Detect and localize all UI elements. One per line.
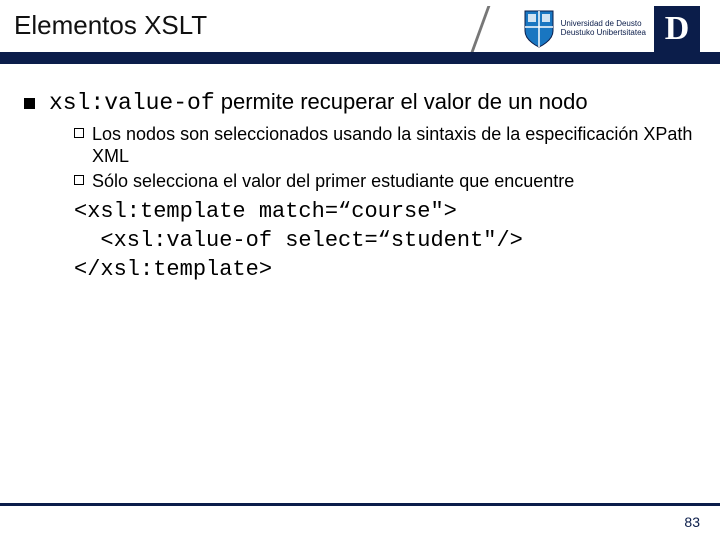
shield-icon [523, 9, 555, 49]
university-line2: Deustuko Unibertsitatea [561, 29, 646, 38]
sub-bullet: Los nodos son seleccionados usando la si… [74, 123, 696, 168]
university-text: Universidad de Deusto Deustuko Unibertsi… [561, 20, 646, 38]
footer-divider [0, 503, 720, 506]
hollow-bullet-icon [74, 128, 84, 138]
sub-bullet: Sólo selecciona el valor del primer estu… [74, 170, 696, 193]
sub-bullet-text: Sólo selecciona el valor del primer estu… [92, 170, 574, 193]
hollow-bullet-icon [74, 175, 84, 185]
slide-header: Elementos XSLT Universidad de Deusto Deu… [0, 0, 720, 70]
code-term: xsl:value-of [49, 90, 215, 116]
page-number: 83 [684, 514, 700, 530]
d-badge-icon: D [654, 6, 700, 52]
main-bullet: xsl:value-of permite recuperar el valor … [24, 88, 696, 119]
lead-rest: permite recuperar el valor de un nodo [215, 89, 588, 114]
sub-bullet-list: Los nodos son seleccionados usando la si… [24, 123, 696, 193]
slide-content: xsl:value-of permite recuperar el valor … [0, 70, 720, 284]
university-logo: Universidad de Deusto Deustuko Unibertsi… [519, 6, 704, 52]
main-bullet-text: xsl:value-of permite recuperar el valor … [49, 88, 588, 119]
header-bar [0, 52, 720, 64]
square-bullet-icon [24, 98, 35, 109]
code-block: <xsl:template match=“course"> <xsl:value… [24, 198, 696, 284]
sub-bullet-text: Los nodos son seleccionados usando la si… [92, 123, 696, 168]
